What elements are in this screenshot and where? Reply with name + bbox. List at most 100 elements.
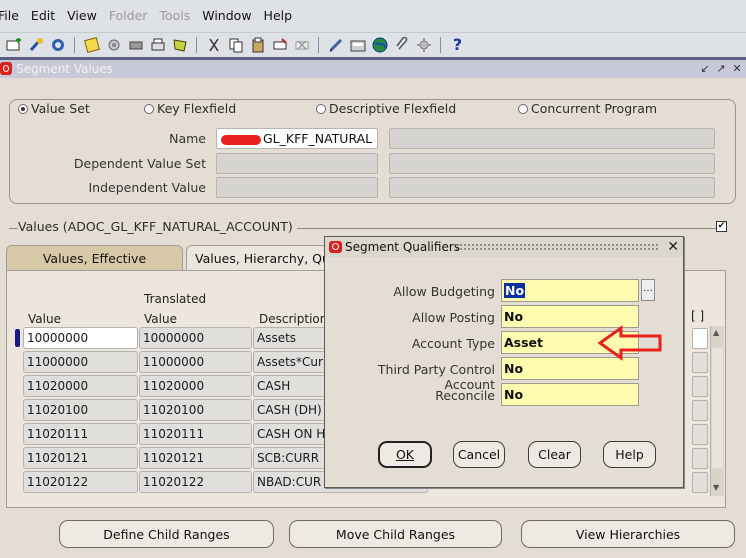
cancel-button[interactable]: Cancel xyxy=(453,441,505,468)
view-hierarchies-button[interactable]: View Hierarchies xyxy=(521,520,735,548)
world-icon[interactable] xyxy=(370,36,389,55)
oracle-logo-icon xyxy=(0,62,12,75)
translated-value-cell[interactable]: 11020121 xyxy=(139,447,252,469)
ok-button[interactable]: OK xyxy=(378,441,432,468)
translated-value-cell[interactable]: 11000000 xyxy=(139,351,252,373)
new-icon[interactable] xyxy=(4,36,23,55)
menu-tools[interactable]: Tools xyxy=(153,0,196,32)
delete-icon[interactable] xyxy=(292,36,311,55)
print-icon[interactable] xyxy=(104,36,123,55)
scroll-thumb[interactable] xyxy=(712,348,723,468)
list-of-values-button[interactable]: ... xyxy=(641,279,655,301)
independent-description-field[interactable] xyxy=(389,177,715,198)
annotation-arrow-icon xyxy=(597,325,662,361)
folder-icon[interactable] xyxy=(348,36,367,55)
clear-button[interactable]: Clear xyxy=(528,441,581,468)
translated-value-cell[interactable]: 11020000 xyxy=(139,375,252,397)
row-flex-cell[interactable] xyxy=(692,328,708,349)
maximize-icon[interactable]: ↗ xyxy=(714,61,728,76)
tab-values-hierarchy[interactable]: Values, Hierarchy, Qu xyxy=(186,245,331,271)
column-header-description: Description xyxy=(259,312,328,326)
copy-icon[interactable] xyxy=(226,36,245,55)
translated-value-cell[interactable]: 11020100 xyxy=(139,399,252,421)
vertical-scrollbar[interactable]: ▲ ▼ xyxy=(710,326,724,496)
menu-bar: File Edit View Folder Tools Window Help xyxy=(0,0,746,32)
close-form-icon[interactable] xyxy=(48,36,67,55)
row-flex-cell[interactable] xyxy=(692,376,708,397)
value-cell[interactable]: 11020111 xyxy=(23,423,138,445)
zoom-icon[interactable] xyxy=(148,36,167,55)
dependent-description-field[interactable] xyxy=(389,153,715,174)
redaction-mark xyxy=(221,134,261,145)
row-flex-cell[interactable] xyxy=(692,424,708,445)
attachments-icon[interactable] xyxy=(170,36,189,55)
row-flex-cell[interactable] xyxy=(692,472,708,493)
value-cell[interactable]: 11020000 xyxy=(23,375,138,397)
close-icon[interactable]: ✕ xyxy=(730,61,744,76)
values-checkbox[interactable]: ✔ xyxy=(716,221,727,232)
dialog-title: Segment Qualifiers xyxy=(345,240,461,254)
independent-value-field[interactable] xyxy=(216,177,378,198)
menu-window[interactable]: Window xyxy=(196,0,257,32)
value-cell[interactable]: 10000000 xyxy=(23,327,138,349)
column-header-value: Value xyxy=(28,312,61,326)
menu-view[interactable]: View xyxy=(61,0,103,32)
menu-edit[interactable]: Edit xyxy=(25,0,61,32)
move-child-ranges-button[interactable]: Move Child Ranges xyxy=(289,520,502,548)
radio-dot[interactable] xyxy=(144,103,154,114)
value-cell[interactable]: 11020121 xyxy=(23,447,138,469)
allow-budgeting-field[interactable]: No xyxy=(501,279,639,302)
radio-key-flexfield[interactable]: Key Flexfield xyxy=(142,101,239,116)
radio-dot[interactable] xyxy=(518,103,528,114)
define-child-ranges-button[interactable]: Define Child Ranges xyxy=(59,520,274,548)
name-description-field[interactable] xyxy=(389,128,715,149)
column-header-bracket: [ ] xyxy=(691,309,705,323)
row-flex-cell[interactable] xyxy=(692,352,708,373)
scroll-down-icon[interactable]: ▼ xyxy=(713,483,719,492)
dialog-close-icon[interactable]: ✕ xyxy=(667,239,679,255)
independent-value-label: Independent Value xyxy=(88,180,206,195)
values-section-title: Values (ADOC_GL_KFF_NATURAL_ACCOUNT) xyxy=(18,219,297,234)
column-header-translated: Translated xyxy=(144,292,207,306)
row-flex-cell[interactable] xyxy=(692,448,708,469)
dependent-value-set-field[interactable] xyxy=(216,153,378,174)
help-button[interactable]: Help xyxy=(603,441,656,468)
row-flex-cell[interactable] xyxy=(692,400,708,421)
allow-posting-label: Allow Posting xyxy=(412,310,495,325)
translated-value-cell[interactable]: 11020122 xyxy=(139,471,252,493)
radio-dot-selected[interactable] xyxy=(18,103,28,114)
edit-field-icon[interactable] xyxy=(326,36,345,55)
name-field[interactable]: GL_KFF_NATURAL xyxy=(216,128,378,149)
scroll-up-icon[interactable]: ▲ xyxy=(713,328,719,337)
save-icon[interactable] xyxy=(82,36,101,55)
menu-help[interactable]: Help xyxy=(258,0,299,32)
value-cell[interactable]: 11020100 xyxy=(23,399,138,421)
attach-icon[interactable] xyxy=(392,36,411,55)
current-record-indicator xyxy=(15,329,20,347)
tools-icon[interactable] xyxy=(414,36,433,55)
title-grip xyxy=(455,243,660,251)
value-cell[interactable]: 11020122 xyxy=(23,471,138,493)
value-cell[interactable]: 11000000 xyxy=(23,351,138,373)
radio-concurrent-program[interactable]: Concurrent Program xyxy=(516,101,660,116)
reconcile-label: Reconcile xyxy=(435,388,495,403)
navigator-icon[interactable] xyxy=(26,36,45,55)
cut-icon[interactable] xyxy=(204,36,223,55)
radio-descriptive-flexfield[interactable]: Descriptive Flexfield xyxy=(314,101,459,116)
column-header-translated-value: Value xyxy=(144,312,177,326)
help-icon[interactable]: ? xyxy=(448,36,467,55)
menu-file[interactable]: File xyxy=(0,0,25,32)
translated-value-cell[interactable]: 11020111 xyxy=(139,423,252,445)
clear-record-icon[interactable] xyxy=(270,36,289,55)
dependent-value-set-label: Dependent Value Set xyxy=(73,156,206,171)
dialog-title-bar: Segment Qualifiers ✕ xyxy=(325,237,683,257)
reconcile-field[interactable]: No xyxy=(501,383,639,406)
paste-icon[interactable] xyxy=(248,36,267,55)
radio-dot[interactable] xyxy=(316,103,326,114)
translated-value-cell[interactable]: 10000000 xyxy=(139,327,252,349)
tab-values-effective[interactable]: Values, Effective xyxy=(6,245,183,271)
radio-value-set[interactable]: Value Set xyxy=(16,101,92,116)
find-icon[interactable] xyxy=(126,36,145,55)
menu-folder[interactable]: Folder xyxy=(103,0,154,32)
restore-icon[interactable]: ↙ xyxy=(698,61,712,76)
